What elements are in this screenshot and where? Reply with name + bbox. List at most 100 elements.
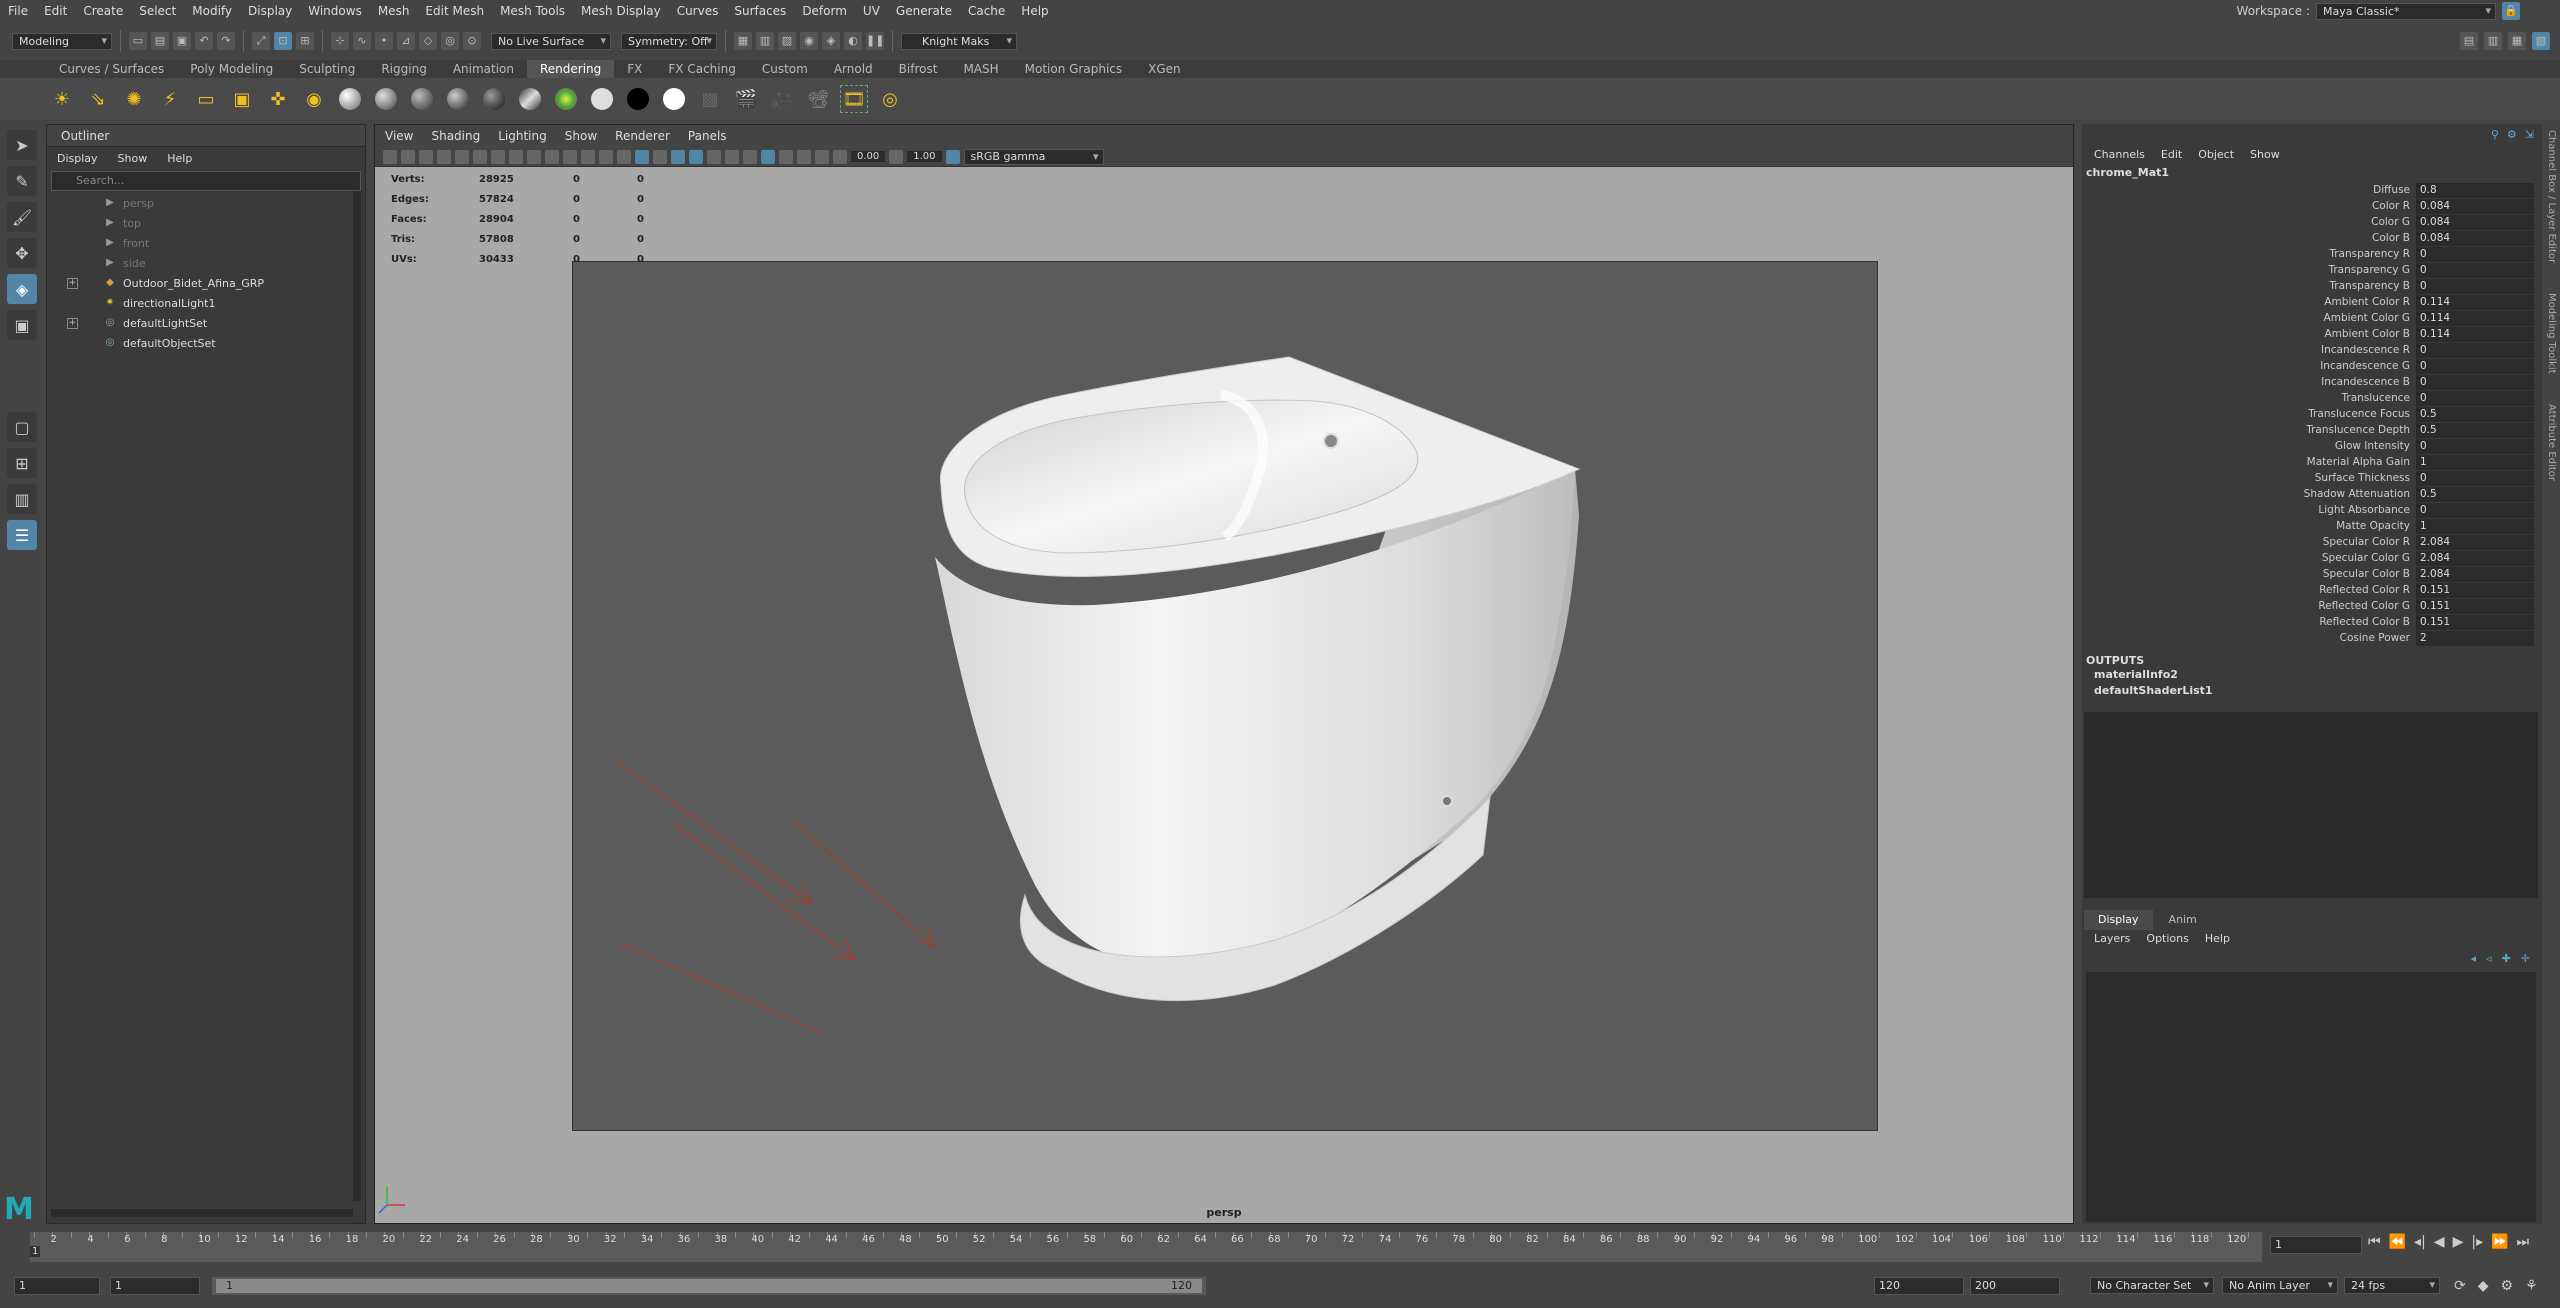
channel-value[interactable]: 0 xyxy=(2416,342,2534,358)
channel-name[interactable]: Glow Intensity xyxy=(2082,440,2416,452)
menu-item-help[interactable]: Help xyxy=(1013,4,1056,18)
playback-end-field[interactable]: 120 xyxy=(1874,1277,1964,1295)
channel-name[interactable]: Ambient Color B xyxy=(2082,328,2416,340)
layer-menu-help[interactable]: Help xyxy=(2205,932,2230,945)
ipr-icon[interactable]: 🎥 xyxy=(768,85,796,113)
layered-shader-icon[interactable] xyxy=(588,85,616,113)
new-layer-icon[interactable]: ✚ xyxy=(2502,952,2511,965)
save-scene-icon[interactable]: ▣ xyxy=(173,32,191,50)
channel-row[interactable]: Incandescence R0 xyxy=(2082,342,2542,358)
outliner-item[interactable]: ▶ top xyxy=(47,213,365,233)
outliner-item[interactable]: + ◆ Outdoor_Bidet_Afina_GRP xyxy=(47,273,365,293)
outliner-item[interactable]: ◎ defaultObjectSet xyxy=(47,333,365,353)
shelf-tab-rigging[interactable]: Rigging xyxy=(368,60,439,78)
new-scene-icon[interactable]: ▭ xyxy=(129,32,147,50)
channel-value[interactable]: 0.5 xyxy=(2416,422,2534,438)
channel-row[interactable]: Surface Thickness 0 xyxy=(2082,470,2542,486)
channel-value[interactable]: 0 xyxy=(2416,358,2534,374)
outliner-item[interactable]: ▶ persp xyxy=(47,193,365,213)
channel-name[interactable]: Ambient Color R xyxy=(2082,296,2416,308)
menu-item-cache[interactable]: Cache xyxy=(960,4,1013,18)
menuset-dropdown[interactable]: Modeling xyxy=(12,32,112,50)
outliner-item[interactable]: ▶ side xyxy=(47,253,365,273)
playback-start-field[interactable]: 1 xyxy=(110,1277,200,1295)
shelf-tab-arnold[interactable]: Arnold xyxy=(821,60,886,78)
channel-value[interactable]: 0.151 xyxy=(2416,614,2534,630)
lasso-tool-icon[interactable]: ✎ xyxy=(7,166,37,196)
channel-name[interactable]: Translucence xyxy=(2082,392,2416,404)
menu-item-edit[interactable]: Edit xyxy=(36,4,75,18)
go-to-start-icon[interactable]: ⏮ xyxy=(2368,1234,2381,1250)
select-tool-icon[interactable]: ➤ xyxy=(7,130,37,160)
channel-row[interactable]: Ambient Color B 0.114 xyxy=(2082,326,2542,342)
channel-name[interactable]: Shadow Attenuation xyxy=(2082,488,2416,500)
channel-name[interactable]: Reflected Color B xyxy=(2082,616,2416,628)
shelf-tab-sculpting[interactable]: Sculpting xyxy=(286,60,368,78)
outliner-h-scrollbar[interactable] xyxy=(51,1209,353,1217)
loop-icon[interactable]: ⟳ xyxy=(2454,1278,2466,1294)
channel-menu-show[interactable]: Show xyxy=(2250,148,2280,161)
output-node[interactable]: materialInfo2 xyxy=(2082,667,2542,683)
character-set-dropdown[interactable]: No Character Set xyxy=(2090,1277,2214,1294)
channel-row[interactable]: Specular Color B 2.084 xyxy=(2082,566,2542,582)
channel-row[interactable]: Reflected Color R 0.151 xyxy=(2082,582,2542,598)
output-node[interactable]: defaultShaderList1 xyxy=(2082,683,2542,699)
snap-curve-icon[interactable]: ∿ xyxy=(353,32,371,50)
range-handle[interactable]: 1 120 xyxy=(216,1279,1202,1293)
channel-value[interactable]: 0.5 xyxy=(2416,486,2534,502)
channel-value[interactable]: 2.084 xyxy=(2416,534,2534,550)
snap-live-icon[interactable]: ◎ xyxy=(441,32,459,50)
pause-icon[interactable]: ❚❚ xyxy=(866,32,884,50)
menu-item-mesh-tools[interactable]: Mesh Tools xyxy=(492,4,573,18)
channel-menu-channels[interactable]: Channels xyxy=(2094,148,2145,161)
channel-value[interactable]: 0.8 xyxy=(2416,182,2534,198)
channel-value[interactable]: 0.084 xyxy=(2416,214,2534,230)
shelf-tab-rendering[interactable]: Rendering xyxy=(527,60,615,78)
channel-value[interactable]: 0.151 xyxy=(2416,598,2534,614)
outliner-menu-display[interactable]: Display xyxy=(57,152,98,165)
channel-row[interactable]: Incandescence G0 xyxy=(2082,358,2542,374)
channel-value[interactable]: 0.114 xyxy=(2416,326,2534,342)
select-object-icon[interactable]: ⊡ xyxy=(274,32,292,50)
live-surface-field[interactable]: No Live Surface xyxy=(491,32,611,50)
shelf-tab-poly-modeling[interactable]: Poly Modeling xyxy=(177,60,286,78)
use-background-icon[interactable] xyxy=(624,85,652,113)
anim-start-field[interactable]: 1 xyxy=(14,1277,100,1295)
channel-name[interactable]: Diffuse xyxy=(2082,184,2416,196)
channel-value[interactable]: 0 xyxy=(2416,438,2534,454)
outliner-scrollbar[interactable] xyxy=(353,191,361,1201)
channel-row[interactable]: Color B 0.084 xyxy=(2082,230,2542,246)
channel-name[interactable]: Translucence Focus xyxy=(2082,408,2416,420)
attribute-editor-icon[interactable]: ▥ xyxy=(2484,32,2502,50)
preferences-icon[interactable]: ⚙ xyxy=(2501,1278,2514,1294)
shelf-tab-motion-graphics[interactable]: Motion Graphics xyxy=(1012,60,1136,78)
lock-icon[interactable]: 🔒 xyxy=(2502,2,2520,20)
symmetry-dropdown[interactable]: Symmetry: Off xyxy=(621,32,717,50)
menu-item-windows[interactable]: Windows xyxy=(300,4,370,18)
shelf-tab-fx-caching[interactable]: FX Caching xyxy=(655,60,748,78)
channel-name[interactable]: Color B xyxy=(2082,232,2416,244)
step-back-key-icon[interactable]: ⏪ xyxy=(2389,1234,2406,1250)
expand-icon[interactable]: ⇲ xyxy=(2525,128,2534,141)
channel-menu-edit[interactable]: Edit xyxy=(2161,148,2182,161)
move-layer-up-icon[interactable]: ◂ xyxy=(2471,952,2477,965)
channel-row[interactable]: Specular Color R 2.084 xyxy=(2082,534,2542,550)
workspace-dropdown[interactable]: Maya Classic* xyxy=(2316,2,2496,20)
anisotropic-icon[interactable] xyxy=(480,85,508,113)
channel-menu-object[interactable]: Object xyxy=(2198,148,2234,161)
directional-light-icon[interactable]: ⇘ xyxy=(84,85,112,113)
play-forwards-icon[interactable]: ▶ xyxy=(2453,1234,2464,1250)
snap-surface-icon[interactable]: ◇ xyxy=(419,32,437,50)
outliner-item[interactable]: ▶ front xyxy=(47,233,365,253)
channel-row[interactable]: Reflected Color B 0.151 xyxy=(2082,614,2542,630)
channel-box-icon[interactable]: ▧ xyxy=(2532,32,2550,50)
viewport-panel[interactable]: View Shading Lighting Show Renderer Panels xyxy=(374,124,2074,1224)
channel-row[interactable]: Transparency B0 xyxy=(2082,278,2542,294)
channel-name[interactable]: Reflected Color G xyxy=(2082,600,2416,612)
shelf-tab-fx[interactable]: FX xyxy=(614,60,655,78)
render-current-icon[interactable]: ◉ xyxy=(800,32,818,50)
side-tab[interactable]: Modeling Toolkit xyxy=(2546,293,2557,374)
fps-dropdown[interactable]: 24 fps xyxy=(2344,1277,2440,1294)
channel-row[interactable]: Translucence Depth 0.5 xyxy=(2082,422,2542,438)
channel-value[interactable]: 1 xyxy=(2416,518,2534,534)
